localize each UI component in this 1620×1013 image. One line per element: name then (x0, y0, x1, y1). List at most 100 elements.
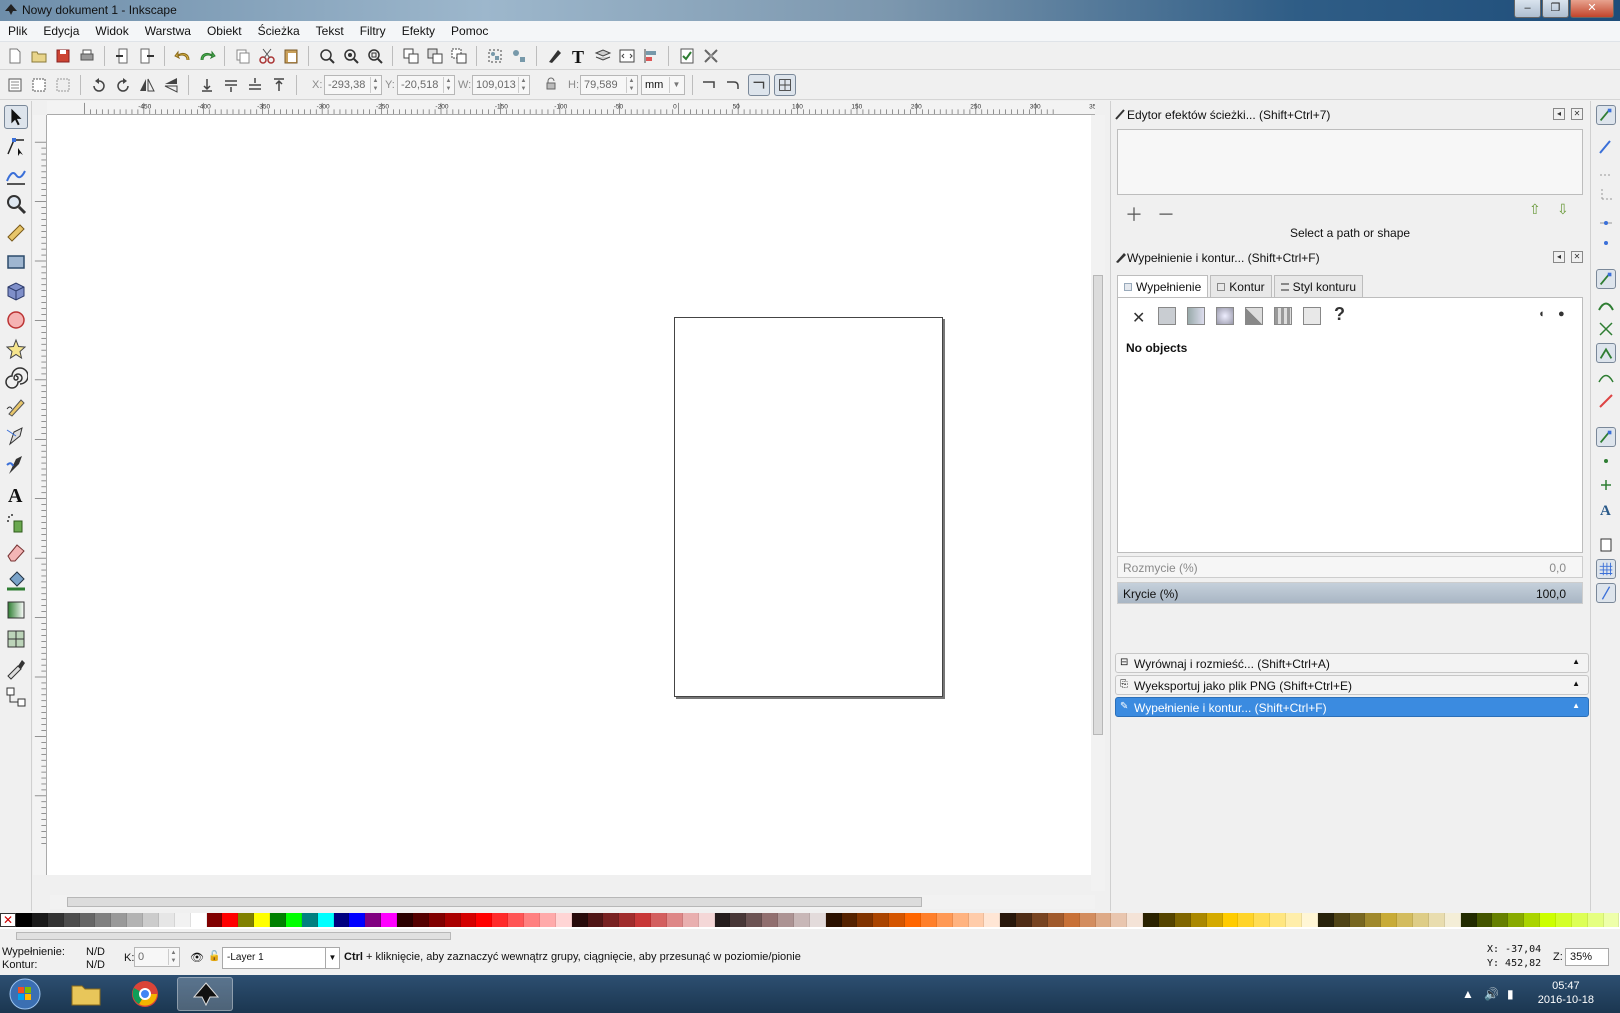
palette-swatch[interactable] (254, 913, 270, 927)
palette-swatch[interactable] (127, 913, 143, 927)
lock-ratio-icon[interactable] (544, 77, 558, 91)
snap-nodes-icon[interactable] (1596, 269, 1616, 289)
gradient-tool-icon[interactable] (4, 598, 28, 622)
palette-swatch[interactable] (1492, 913, 1509, 927)
palette-swatch[interactable] (1206, 913, 1223, 927)
raise-to-top-icon[interactable] (270, 76, 288, 94)
palette-swatch[interactable] (889, 913, 905, 927)
snap-bbox-corner-icon[interactable] (1596, 185, 1616, 205)
palette-swatch[interactable] (793, 913, 810, 927)
no-color-swatch-icon[interactable]: ✕ (0, 913, 16, 927)
tweak-tool-icon[interactable] (4, 163, 28, 187)
palette-swatch[interactable] (476, 913, 493, 927)
select-all-layers-icon[interactable] (30, 76, 48, 94)
calligraphy-tool-icon[interactable] (4, 453, 28, 477)
fill-indicator-value[interactable]: N/D (86, 946, 105, 958)
palette-swatch[interactable] (952, 913, 969, 927)
taskbar-clock[interactable]: 05:47 2016-10-18 (1538, 979, 1594, 1007)
palette-swatch[interactable] (333, 913, 350, 927)
palette-swatch[interactable] (920, 913, 937, 927)
palette-swatch[interactable] (1270, 913, 1286, 927)
snap-text-baseline-icon[interactable]: A (1596, 499, 1616, 519)
palette-swatch[interactable] (95, 913, 112, 927)
layer-lock-icon[interactable]: 🔓 (208, 951, 220, 962)
close-button[interactable]: ✕ (1570, 0, 1614, 18)
palette-swatch[interactable] (603, 913, 620, 927)
palette-swatch[interactable] (190, 913, 207, 927)
palette-swatch[interactable] (412, 913, 429, 927)
snap-midpoints-icon[interactable] (1596, 391, 1616, 411)
palette-swatch[interactable] (1317, 913, 1334, 927)
palette-swatch[interactable] (698, 913, 715, 927)
zoom-page-icon[interactable] (366, 47, 384, 65)
snap-paths-icon[interactable] (1596, 295, 1616, 315)
rectangle-tool-icon[interactable] (4, 250, 28, 274)
eraser-tool-icon[interactable] (4, 540, 28, 564)
zoom-input[interactable]: 35% (1565, 948, 1609, 966)
palette-swatch[interactable] (111, 913, 128, 927)
nonzero-rule-icon[interactable]: ● (1558, 308, 1565, 320)
palette-swatch[interactable] (444, 913, 461, 927)
palette-swatch[interactable] (301, 913, 318, 927)
palette-swatch[interactable] (317, 913, 334, 927)
palette-swatch[interactable] (1127, 913, 1144, 927)
lpe-close-button[interactable]: ✕ (1571, 108, 1583, 120)
palette-swatch[interactable] (1111, 913, 1128, 927)
pattern-icon[interactable] (1274, 307, 1292, 325)
palette-swatch[interactable] (1555, 913, 1572, 927)
snap-bbox-edge-icon[interactable] (1596, 161, 1616, 181)
text-tool-icon[interactable]: A (4, 482, 28, 506)
palette-swatch[interactable] (31, 913, 48, 927)
palette-swatch[interactable] (174, 913, 191, 927)
palette-swatch[interactable] (1428, 913, 1445, 927)
pencil-tool-icon[interactable] (4, 395, 28, 419)
fill-iconify-button[interactable]: ◂ (1553, 251, 1565, 263)
snap-others-icon[interactable] (1596, 427, 1616, 447)
document-properties-icon[interactable] (678, 47, 696, 65)
palette-swatch[interactable] (1413, 913, 1429, 927)
tab-kontur[interactable]: Kontur (1210, 275, 1272, 297)
evenodd-rule-icon[interactable]: ◖ (1538, 308, 1545, 320)
palette-swatch[interactable] (460, 913, 477, 927)
y-input[interactable]: -20,518 ▲ ▼ (397, 75, 455, 95)
preferences-icon[interactable] (702, 47, 720, 65)
palette-swatch[interactable] (1286, 913, 1302, 927)
palette-swatch[interactable] (571, 913, 588, 927)
add-effect-icon[interactable]: ＋ (1125, 201, 1143, 227)
scale-corners-icon[interactable] (724, 76, 742, 94)
palette-swatch[interactable] (555, 913, 572, 927)
flat-color-icon[interactable] (1158, 307, 1176, 325)
text-font-icon[interactable]: T (570, 47, 588, 65)
print-icon[interactable] (78, 47, 96, 65)
ellipse-tool-icon[interactable] (4, 308, 28, 332)
palette-swatch[interactable] (63, 913, 80, 927)
palette-scrollbar[interactable] (0, 931, 1620, 941)
group-icon[interactable] (486, 47, 504, 65)
export-icon[interactable] (138, 47, 156, 65)
linear-gradient-icon[interactable] (1187, 307, 1205, 325)
import-icon[interactable] (114, 47, 132, 65)
palette-swatch[interactable] (206, 913, 223, 927)
palette-swatch[interactable] (809, 913, 826, 927)
palette-swatch[interactable] (587, 913, 604, 927)
minimize-button[interactable]: – (1514, 0, 1541, 18)
taskbar-chrome[interactable] (117, 977, 173, 1011)
palette-swatch[interactable] (1000, 913, 1017, 927)
palette-swatch[interactable] (1381, 913, 1398, 927)
palette-swatch[interactable] (1159, 913, 1175, 927)
palette-swatch[interactable] (349, 913, 366, 927)
palette-swatch[interactable] (619, 913, 636, 927)
blur-slider[interactable]: Rozmycie (%) 0,0 (1117, 556, 1583, 578)
palette-swatch[interactable] (1016, 913, 1032, 927)
layer-visibility-icon[interactable]: 👁 (190, 951, 204, 964)
undo-icon[interactable] (174, 47, 192, 65)
stroke-indicator-value[interactable]: N/D (86, 959, 105, 971)
palette-swatch[interactable] (1143, 913, 1159, 927)
star-tool-icon[interactable] (4, 337, 28, 361)
snap-toggle-icon[interactable] (1596, 105, 1616, 125)
palette-swatch[interactable] (397, 913, 413, 927)
snap-smooth-nodes-icon[interactable] (1596, 367, 1616, 387)
snap-grids-icon[interactable] (1596, 559, 1616, 579)
snap-page-border-icon[interactable] (1596, 535, 1616, 555)
snap-bbox-icon[interactable] (1596, 137, 1616, 157)
